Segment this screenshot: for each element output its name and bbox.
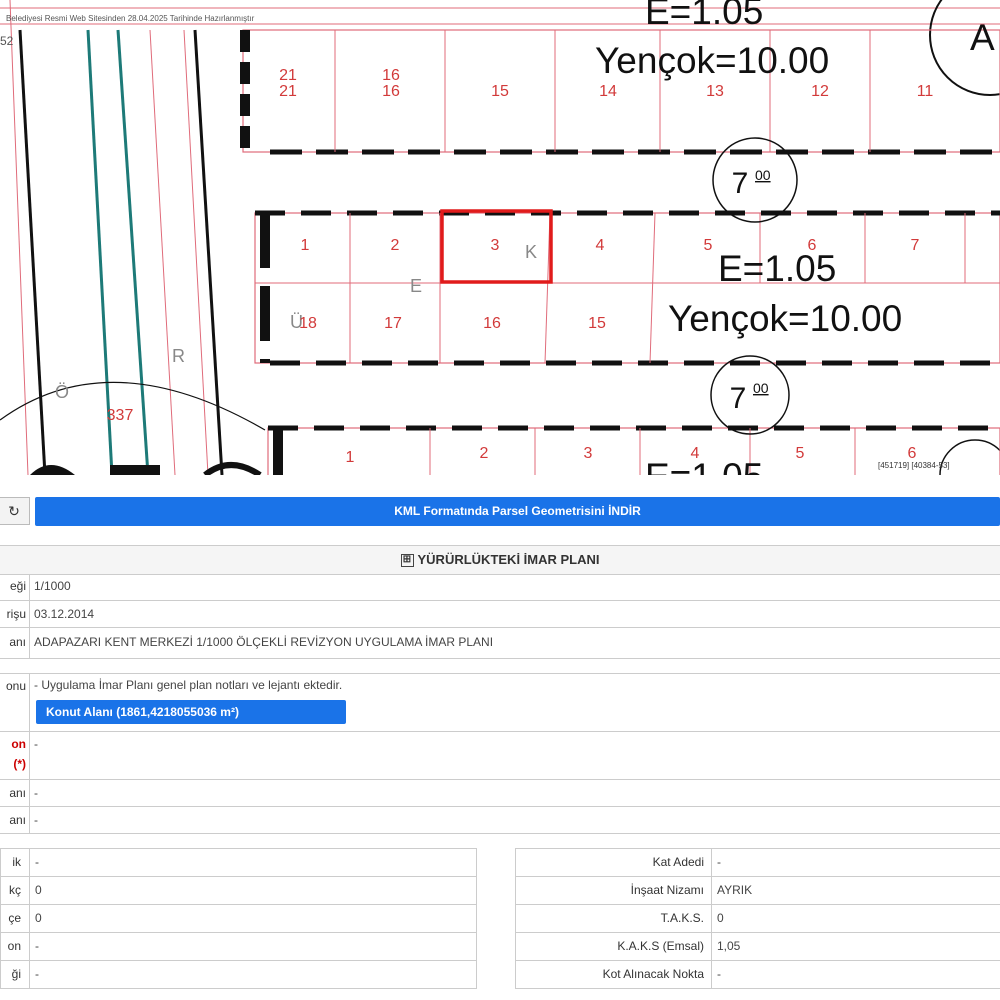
- parcel-number[interactable]: 16: [483, 315, 501, 332]
- table-row: kç 0: [1, 877, 476, 905]
- table-row: ik -: [1, 849, 476, 877]
- parcel-number[interactable]: 6: [908, 445, 917, 462]
- parcel-number[interactable]: 5: [796, 445, 805, 462]
- parcel-number[interactable]: 11: [917, 83, 934, 100]
- expand-icon[interactable]: ⊞: [400, 554, 414, 568]
- plan-red-label-2: (*): [13, 757, 26, 771]
- parcel-number[interactable]: 3: [584, 445, 593, 462]
- row4-parcels: 1 2 3 4 5 6: [346, 445, 917, 466]
- table-row: çe 0: [1, 905, 476, 933]
- parcel-number[interactable]: 6: [808, 237, 817, 254]
- road-width-1-sup: 00: [755, 167, 771, 183]
- parcel-number[interactable]: 15: [588, 315, 606, 332]
- plan-extra-value: -: [34, 813, 38, 827]
- emsal-label-bottom: E=1.05: [645, 456, 763, 475]
- plan-scale-value: 1/1000: [34, 579, 71, 593]
- plan-row-label: rişu: [6, 607, 26, 621]
- yencok-label-mid: Yençok=10.00: [668, 298, 902, 339]
- plan-row-label: anı: [9, 813, 26, 827]
- plan-red-value: -: [34, 737, 38, 751]
- parcel-number[interactable]: 14: [599, 83, 617, 100]
- left-detail-table: ik - kç 0 çe 0 on - ği -: [0, 848, 477, 989]
- residential-area-button[interactable]: Konut Alanı (1861,4218055036 m²): [36, 700, 346, 724]
- plan-row-label: anı: [9, 635, 26, 649]
- yencok-label-top: Yençok=10.00: [595, 40, 829, 81]
- row3-parcels: 18 17 16 15: [299, 315, 606, 332]
- table-row: K.A.K.S (Emsal) 1,05: [516, 933, 1000, 961]
- parcel-337[interactable]: 337: [107, 407, 134, 424]
- parcel-number[interactable]: 7: [911, 237, 920, 254]
- plan-row-name: anı ADAPAZARI KENT MERKEZİ 1/1000 ÖLÇEKL…: [0, 628, 1000, 659]
- table-row: T.A.K.S. 0: [516, 905, 1000, 933]
- table-row: Kot Alınacak Nokta -: [516, 961, 1000, 988]
- table-row: on -: [1, 933, 476, 961]
- map-header-note: Belediyesi Resmi Web Sitesinden 28.04.20…: [6, 14, 255, 23]
- emsal-label-mid: E=1.05: [718, 248, 836, 289]
- map-canvas[interactable]: E=1.05 Yençok=10.00 E=1.05 Yençok=10.00 …: [0, 0, 1000, 475]
- parcel-number[interactable]: 17: [384, 315, 402, 332]
- road-width-2-sup: 00: [753, 380, 769, 396]
- plan-row-date: rişu 03.12.2014: [0, 601, 1000, 628]
- plan-row-label: anı: [9, 786, 26, 800]
- parcel-number[interactable]: 15: [491, 83, 509, 100]
- street-letter-e: E: [410, 276, 422, 296]
- plan-usage-note: - Uygulama İmar Planı genel plan notları…: [34, 678, 343, 692]
- zoning-map[interactable]: E=1.05 Yençok=10.00 E=1.05 Yençok=10.00 …: [0, 0, 1000, 476]
- kml-download-button[interactable]: KML Formatında Parsel Geometrisini İNDİR: [35, 497, 1000, 526]
- plan-extra-value: -: [34, 786, 38, 800]
- road-width-1: 7: [732, 167, 749, 200]
- corner-label: A: [970, 17, 995, 58]
- parcel-number[interactable]: 4: [691, 445, 700, 462]
- refresh-button[interactable]: ↻: [0, 497, 30, 525]
- street-letter-k: K: [525, 242, 537, 262]
- road-width-2: 7: [730, 382, 747, 415]
- plan-row-scale: eği 1/1000: [0, 574, 1000, 601]
- parcel-info-panel: ↻ KML Formatında Parsel Geometrisini İND…: [0, 475, 1000, 1000]
- map-coordinates: [451719] [40384-53]: [878, 461, 950, 470]
- parcel-number[interactable]: 2: [391, 237, 400, 254]
- map-header-partial: 52: [0, 34, 14, 48]
- parcel-number[interactable]: 18: [299, 315, 317, 332]
- parcel-number[interactable]: 12: [811, 83, 829, 100]
- street-letter-o: Ö: [55, 382, 69, 402]
- plan-row-label: onu: [5, 679, 26, 693]
- plan-row-label: eği: [9, 579, 26, 593]
- plan-date-value: 03.12.2014: [34, 607, 95, 621]
- table-row: ği -: [1, 961, 476, 988]
- parcel-number[interactable]: 16: [382, 83, 400, 100]
- parcel-number[interactable]: 4: [596, 237, 605, 254]
- parcel-number[interactable]: 1: [346, 449, 355, 466]
- parcel-number[interactable]: 5: [704, 237, 713, 254]
- emsal-label-top: E=1.05: [645, 0, 763, 32]
- plan-red-label-1: on: [11, 737, 26, 751]
- zoning-plan-header: ⊞ YÜRÜRLÜKTEKİ İMAR PLANI: [0, 545, 1000, 575]
- zoning-plan-title: YÜRÜRLÜKTEKİ İMAR PLANI: [417, 552, 600, 567]
- plan-row-extra-1: anı -: [0, 780, 1000, 807]
- parcel-number[interactable]: 16: [382, 67, 400, 84]
- parcel-number[interactable]: 21: [279, 83, 297, 100]
- parcel-number[interactable]: 3: [491, 237, 500, 254]
- parcel-number[interactable]: 21: [279, 67, 297, 84]
- parcel-number[interactable]: 13: [706, 83, 724, 100]
- plan-row-extra-2: anı -: [0, 807, 1000, 834]
- table-row: Kat Adedi -: [516, 849, 1000, 877]
- refresh-icon: ↻: [8, 503, 20, 519]
- parcel-number[interactable]: 1: [301, 237, 310, 254]
- plan-name-value: ADAPAZARI KENT MERKEZİ 1/1000 ÖLÇEKLİ RE…: [34, 635, 494, 649]
- parcel-number[interactable]: 2: [480, 445, 489, 462]
- right-detail-table: Kat Adedi - İnşaat Nizamı AYRIK T.A.K.S. 0 …: [515, 848, 1000, 989]
- street-letter-r: R: [172, 346, 185, 366]
- table-row: İnşaat Nizamı AYRIK: [516, 877, 1000, 905]
- plan-row-highlight: on (*) -: [0, 731, 1000, 780]
